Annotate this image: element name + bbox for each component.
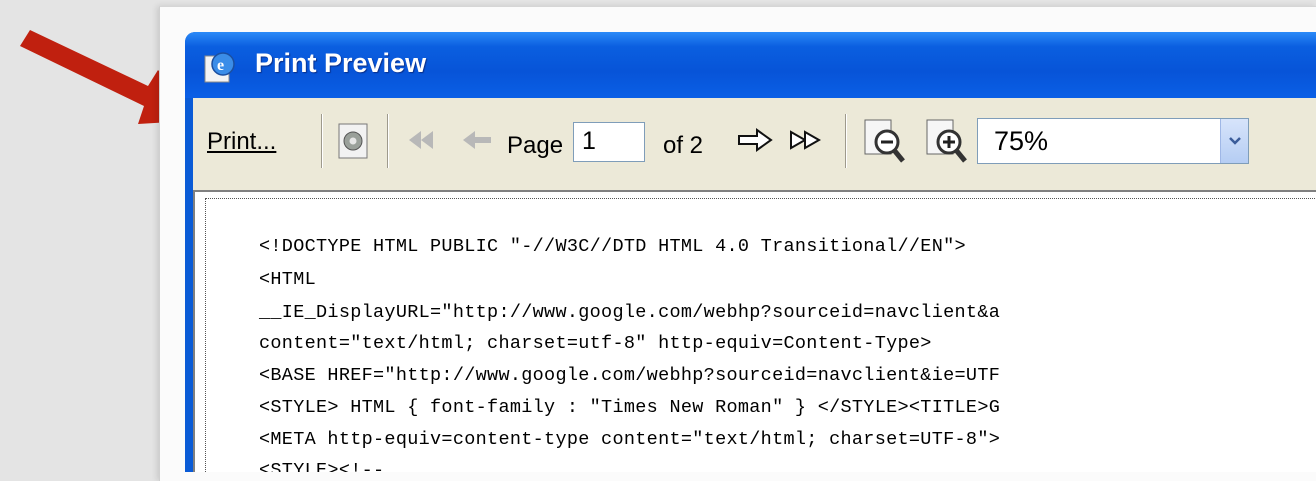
source-line: <HTML: [259, 269, 317, 290]
dropdown-arrow-icon: [1229, 137, 1241, 145]
zoom-value: 75%: [994, 126, 1049, 156]
source-line: <STYLE><!--: [259, 460, 385, 472]
first-page-icon[interactable]: [407, 128, 441, 152]
page-label: Page: [507, 132, 564, 159]
previous-page-icon[interactable]: [461, 129, 493, 151]
source-line: content="text/html; charset=utf-8" http-…: [259, 333, 932, 354]
toolbar-separator: [845, 114, 847, 168]
next-page-icon[interactable]: [737, 128, 773, 152]
zoom-dropdown-button[interactable]: [1220, 119, 1248, 163]
page-number-input[interactable]: 1: [573, 122, 645, 162]
zoom-select[interactable]: 75%: [977, 118, 1249, 164]
print-button[interactable]: Print...: [207, 128, 276, 156]
screenshot-card: e Print Preview Print... Page 1 of 2 75%…: [159, 6, 1316, 481]
title-bar[interactable]: e Print Preview: [185, 32, 1316, 98]
zoom-out-icon[interactable]: [861, 116, 905, 164]
window-body: Print... Page 1 of 2 75% <!DOCTYPE HTML …: [193, 98, 1316, 472]
print-preview-window: e Print Preview Print... Page 1 of 2 75%…: [185, 32, 1316, 472]
zoom-in-icon[interactable]: [923, 116, 967, 164]
source-line: <BASE HREF="http://www.google.com/webhp?…: [259, 365, 1001, 386]
page-number-value: 1: [582, 127, 596, 155]
source-line: <META http-equiv=content-type content="t…: [259, 429, 1001, 450]
preview-area[interactable]: <!DOCTYPE HTML PUBLIC "-//W3C//DTD HTML …: [193, 190, 1316, 472]
source-line: __IE_DisplayURL="http://www.google.com/w…: [259, 302, 1001, 323]
toolbar: Print... Page 1 of 2 75%: [193, 98, 1316, 190]
toolbar-separator: [321, 114, 323, 168]
ie-icon: e: [204, 52, 235, 83]
svg-text:e: e: [217, 57, 224, 74]
page-setup-icon[interactable]: [333, 120, 373, 162]
last-page-icon[interactable]: [789, 128, 829, 152]
source-line: <!DOCTYPE HTML PUBLIC "-//W3C//DTD HTML …: [259, 236, 966, 257]
toolbar-separator: [387, 114, 389, 168]
page-count-label: of 2: [663, 132, 704, 159]
print-button-label: Print...: [207, 128, 277, 155]
window-title: Print Preview: [255, 48, 427, 78]
source-line: <STYLE> HTML { font-family : "Times New …: [259, 397, 1001, 418]
